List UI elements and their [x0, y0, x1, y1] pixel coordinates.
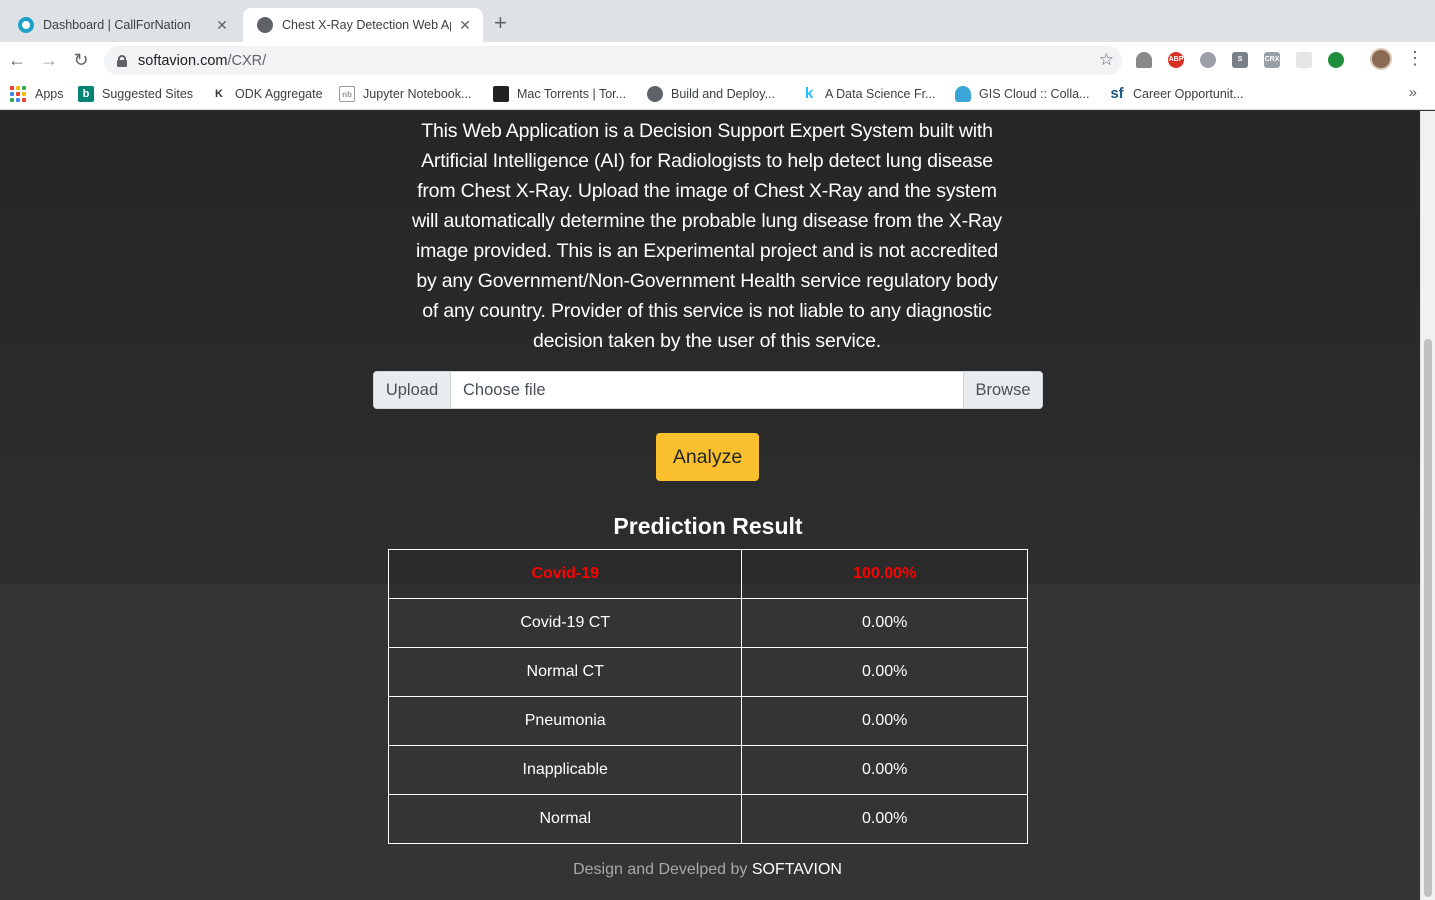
bookmarks-bar: Apps b Suggested Sites K ODK Aggregate n… [0, 78, 1435, 110]
s-extension-icon[interactable]: S [1232, 52, 1248, 68]
lock-icon [116, 54, 128, 67]
intro-text: This Web Application is a Decision Suppo… [412, 120, 1002, 352]
tab-chest-xray[interactable]: Chest X-Ray Detection Web Ap ✕ [243, 8, 483, 42]
forward-icon[interactable]: → [37, 48, 61, 72]
page-content: This Web Application is a Decision Suppo… [0, 111, 1420, 900]
drive-extension-icon[interactable] [1136, 52, 1152, 68]
bing-icon: b [78, 86, 94, 102]
bookmark-apps[interactable]: Apps [10, 86, 64, 102]
browser-menu-icon[interactable]: ⋮ [1406, 48, 1424, 69]
result-label: Covid-19 CT [387, 598, 743, 648]
file-upload-group[interactable]: Upload Choose file Browse [373, 371, 1043, 409]
table-row: Inapplicable 0.00% [387, 745, 1028, 795]
apps-grid-icon [10, 86, 26, 102]
file-input[interactable]: Choose file [451, 372, 963, 408]
tab-title: Chest X-Ray Detection Web Ap [282, 18, 451, 32]
bookmark-mac-torrents[interactable]: Mac Torrents | Tor... [493, 86, 626, 102]
result-value: 0.00% [741, 647, 1028, 697]
result-label: Inapplicable [387, 745, 743, 795]
callfornation-icon [18, 17, 34, 33]
bookmark-build-deploy[interactable]: Build and Deploy... [647, 86, 775, 102]
footer: Design and Develped by SOFTAVION [0, 861, 1415, 879]
globe-icon [257, 17, 273, 33]
sf-icon: sf [1110, 85, 1124, 102]
result-label: Covid-19 [387, 549, 743, 599]
table-row: Normal CT 0.00% [387, 647, 1028, 697]
bookmarks-overflow-icon[interactable]: » [1409, 84, 1417, 101]
address-bar[interactable]: softavion.com/CXR/ ☆ [104, 46, 1122, 75]
prediction-result-title: Prediction Result [613, 513, 803, 539]
page-scrollbar[interactable] [1420, 111, 1435, 900]
extension-icon[interactable] [1200, 52, 1216, 68]
green-extension-icon[interactable] [1328, 52, 1344, 68]
jupyter-icon: nb [339, 86, 355, 102]
bookmark-data-science[interactable]: k A Data Science Fr... [801, 85, 936, 102]
bookmark-jupyter[interactable]: nb Jupyter Notebook... [339, 86, 471, 102]
close-icon[interactable]: ✕ [457, 17, 473, 34]
table-row: Covid-19 CT 0.00% [387, 598, 1028, 648]
result-value: 100.00% [741, 549, 1028, 599]
footer-text: Design and Develped by [573, 861, 748, 878]
bookmark-star-icon[interactable]: ☆ [1099, 50, 1114, 70]
tab-title: Dashboard | CallForNation [43, 18, 191, 32]
bookmark-career[interactable]: sf Career Opportunit... [1109, 86, 1243, 102]
scrollbar-thumb[interactable] [1424, 339, 1432, 897]
result-value: 0.00% [741, 598, 1028, 648]
browse-button[interactable]: Browse [963, 372, 1042, 408]
crx-extension-icon[interactable]: CRX [1264, 52, 1280, 68]
browser-toolbar: ← → ↻ softavion.com/CXR/ ☆ ABP S CRX ⋮ [0, 42, 1435, 78]
analyze-button[interactable]: Analyze [656, 433, 759, 481]
url-text: softavion.com/CXR/ [138, 52, 267, 69]
bookmark-gis-cloud[interactable]: GIS Cloud :: Colla... [955, 86, 1089, 102]
profile-avatar[interactable] [1370, 48, 1392, 70]
reload-icon[interactable]: ↻ [69, 48, 93, 72]
torrent-icon [493, 86, 509, 102]
kaggle-icon: k [804, 85, 814, 102]
table-row: Normal 0.00% [387, 794, 1028, 844]
new-tab-button[interactable]: + [494, 12, 507, 34]
prediction-table: Covid-19 100.00% Covid-19 CT 0.00% Norma… [387, 549, 1028, 844]
result-label: Normal CT [387, 647, 743, 697]
adblock-extension-icon[interactable]: ABP [1168, 52, 1184, 68]
table-row: Pneumonia 0.00% [387, 696, 1028, 746]
table-row: Covid-19 100.00% [387, 549, 1028, 599]
globe-icon [647, 86, 663, 102]
blank-extension-icon[interactable] [1296, 52, 1312, 68]
cloud-icon [955, 86, 971, 102]
footer-brand-link[interactable]: SOFTAVION [752, 861, 842, 878]
result-label: Normal [387, 794, 743, 844]
tab-strip: Dashboard | CallForNation ✕ Chest X-Ray … [0, 0, 1435, 42]
close-icon[interactable]: ✕ [214, 17, 230, 34]
back-icon[interactable]: ← [5, 48, 29, 72]
bookmark-suggested-sites[interactable]: b Suggested Sites [78, 86, 193, 102]
odk-icon: K [215, 88, 223, 100]
result-value: 0.00% [741, 745, 1028, 795]
tab-dashboard[interactable]: Dashboard | CallForNation ✕ [4, 8, 240, 42]
bookmark-odk-aggregate[interactable]: K ODK Aggregate [211, 86, 323, 102]
result-label: Pneumonia [387, 696, 743, 746]
result-value: 0.00% [741, 696, 1028, 746]
result-value: 0.00% [741, 794, 1028, 844]
upload-label: Upload [374, 372, 451, 408]
